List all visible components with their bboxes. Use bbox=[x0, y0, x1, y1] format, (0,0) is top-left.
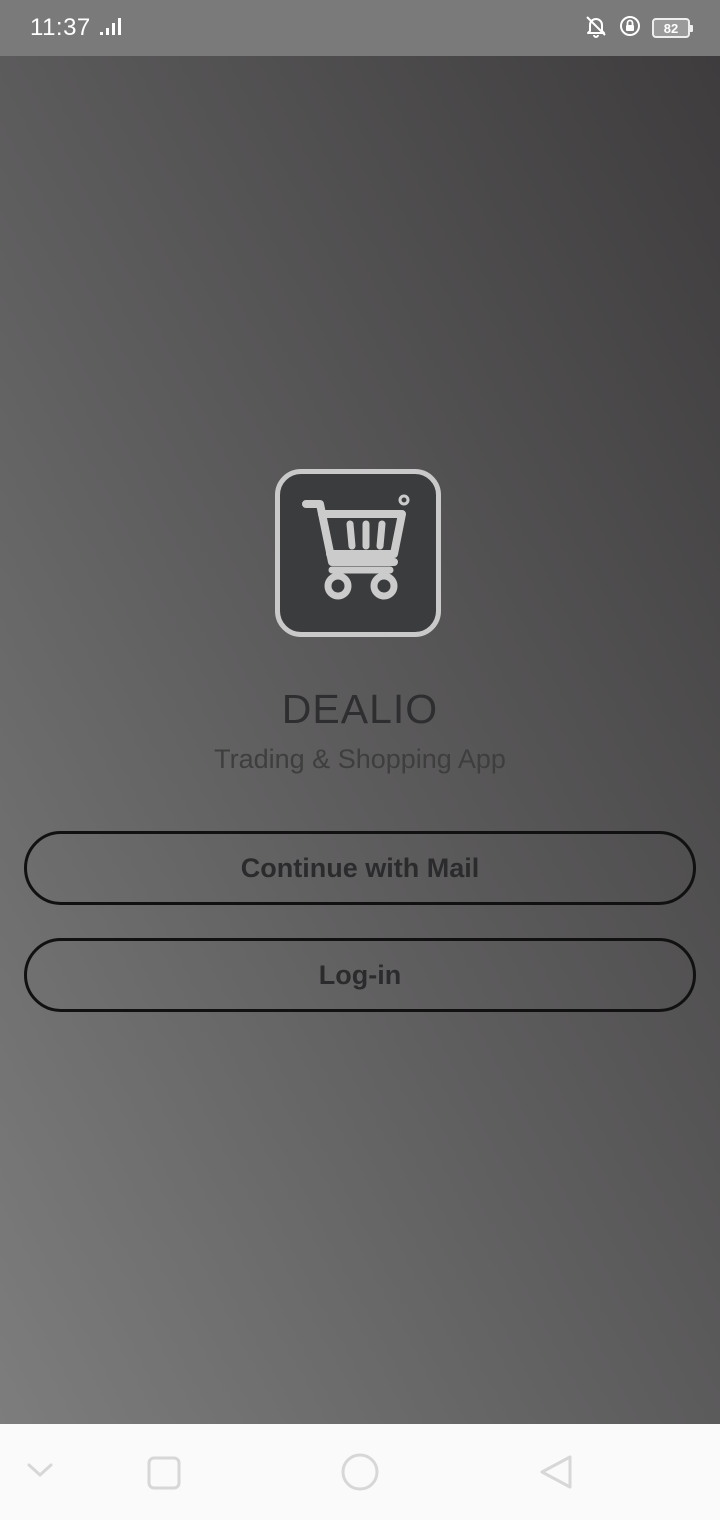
battery-icon: 82 bbox=[652, 18, 693, 38]
status-right: 82 bbox=[584, 14, 693, 43]
shopping-cart-icon bbox=[298, 492, 418, 615]
welcome-screen: DEALIO Trading & Shopping App Continue w… bbox=[0, 56, 720, 1424]
back-triangle-icon[interactable] bbox=[536, 1453, 576, 1496]
app-subtitle: Trading & Shopping App bbox=[214, 744, 506, 774]
home-circle-icon[interactable] bbox=[340, 1452, 380, 1497]
signal-icon bbox=[99, 16, 123, 41]
app-title: DEALIO bbox=[281, 686, 439, 732]
battery-level: 82 bbox=[663, 20, 679, 36]
status-time: 11:37 bbox=[30, 14, 91, 41]
recents-square-icon[interactable] bbox=[146, 1455, 182, 1496]
app-logo bbox=[275, 469, 441, 637]
bell-muted-icon bbox=[584, 14, 608, 43]
login-button[interactable]: Log-in bbox=[24, 938, 696, 1012]
continue-with-mail-button[interactable]: Continue with Mail bbox=[24, 831, 696, 905]
status-bar: 11:37 82 bbox=[0, 0, 720, 56]
navigation-bar bbox=[0, 1424, 720, 1520]
chevron-down-icon[interactable] bbox=[26, 1460, 54, 1485]
status-left: 11:37 bbox=[30, 14, 123, 42]
rotation-lock-icon bbox=[618, 14, 642, 43]
